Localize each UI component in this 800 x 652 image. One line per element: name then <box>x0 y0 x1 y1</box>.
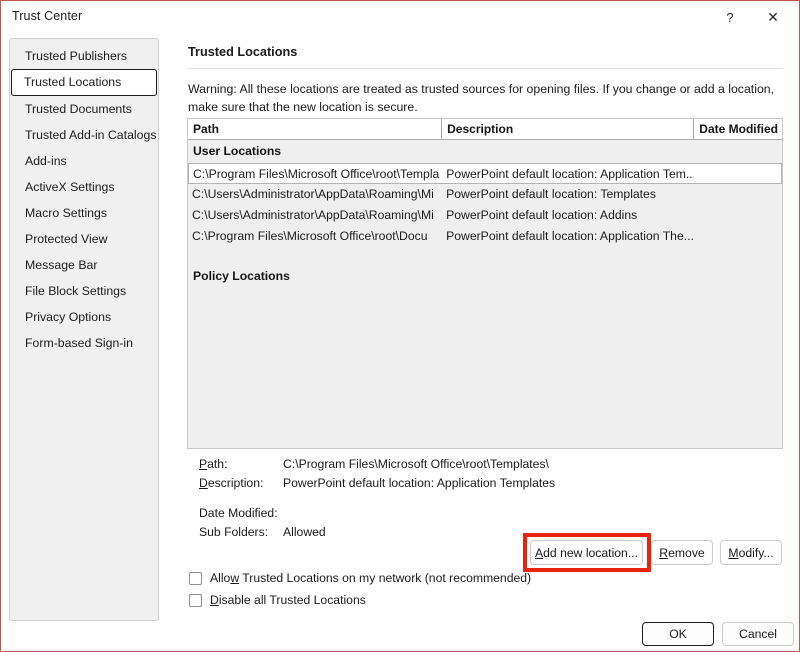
remove-button[interactable]: Remove <box>651 540 713 565</box>
cell-date-modified <box>694 226 782 247</box>
window-title: Trust Center <box>12 9 83 23</box>
detail-spacer <box>199 492 555 503</box>
sidebar-item-trusted-add-in-catalogs[interactable]: Trusted Add-in Catalogs <box>11 122 157 148</box>
sidebar-item-form-based-sign-in[interactable]: Form-based Sign-in <box>11 330 157 356</box>
warning-text: Warning: All these locations are treated… <box>188 82 775 114</box>
cell-description: PowerPoint default location: Application… <box>446 229 694 243</box>
sidebar-item-message-bar[interactable]: Message Bar <box>11 252 157 278</box>
table-row[interactable]: C:\Users\Administrator\AppData\Roaming\M… <box>188 205 782 226</box>
detail-row-date-modified: Date Modified: <box>199 503 555 522</box>
trusted-locations-list[interactable]: Path Description Date Modified User Loca… <box>187 118 783 449</box>
cell-path: C:\Program Files\Microsoft Office\root\D… <box>192 229 428 243</box>
sidebar-item-activex-settings[interactable]: ActiveX Settings <box>11 174 157 200</box>
sidebar-nav: Trusted Publishers Trusted Locations Tru… <box>9 38 159 621</box>
modify-button[interactable]: Modify... <box>720 540 782 565</box>
detail-row-path: Path: C:\Program Files\Microsoft Office\… <box>199 454 555 473</box>
sidebar-item-trusted-locations[interactable]: Trusted Locations <box>11 69 157 96</box>
detail-label-date-modified: Date Modified: <box>199 505 278 520</box>
close-icon[interactable]: ✕ <box>751 1 795 34</box>
detail-value-description: PowerPoint default location: Application… <box>283 475 556 490</box>
sidebar-item-privacy-options[interactable]: Privacy Options <box>11 304 157 330</box>
detail-row-sub-folders: Sub Folders: Allowed <box>199 522 555 541</box>
header-divider <box>188 68 783 69</box>
cell-date-modified <box>694 164 781 183</box>
checkbox-icon[interactable] <box>189 593 202 607</box>
cell-description: PowerPoint default location: Application… <box>446 167 694 181</box>
options-group: Allow Trusted Locations on my network (n… <box>189 567 531 611</box>
title-bar: Trust Center ? ✕ <box>1 1 799 34</box>
ok-button[interactable]: OK <box>642 622 714 646</box>
content-pane: Trusted Locations Warning: All these loc… <box>175 45 787 116</box>
sidebar-item-macro-settings[interactable]: Macro Settings <box>11 200 157 226</box>
cell-description: PowerPoint default location: Addins <box>446 208 638 222</box>
group-header-user-locations: User Locations <box>193 144 282 158</box>
detail-label-description: Description: <box>199 475 264 490</box>
detail-value-path: C:\Program Files\Microsoft Office\root\T… <box>283 456 549 471</box>
list-header-row: Path Description Date Modified <box>188 119 782 140</box>
sidebar-item-add-ins[interactable]: Add-ins <box>11 148 157 174</box>
sidebar-item-file-block-settings[interactable]: File Block Settings <box>11 278 157 304</box>
column-header-path[interactable]: Path <box>188 119 443 139</box>
location-details: Path: C:\Program Files\Microsoft Office\… <box>199 454 555 541</box>
cancel-button[interactable]: Cancel <box>722 622 794 646</box>
cell-path: C:\Users\Administrator\AppData\Roaming\M… <box>192 187 434 201</box>
cell-path: C:\Program Files\Microsoft Office\root\T… <box>193 167 440 181</box>
column-header-description[interactable]: Description <box>442 119 695 139</box>
cell-description: PowerPoint default location: Templates <box>446 187 656 201</box>
sidebar-item-protected-view[interactable]: Protected View <box>11 226 157 252</box>
detail-row-description: Description: PowerPoint default location… <box>199 473 555 492</box>
checkbox-icon[interactable] <box>189 571 202 585</box>
checkbox-label: Disable all Trusted Locations <box>210 593 366 607</box>
add-new-location-button[interactable]: Add new location... <box>530 540 643 565</box>
detail-value-sub-folders: Allowed <box>283 524 326 539</box>
cell-date-modified <box>694 184 782 205</box>
table-row[interactable]: C:\Users\Administrator\AppData\Roaming\M… <box>188 184 782 205</box>
cell-date-modified <box>694 205 782 226</box>
table-row[interactable]: C:\Program Files\Microsoft Office\root\D… <box>188 226 782 247</box>
checkbox-label: Allow Trusted Locations on my network (n… <box>210 571 532 585</box>
page-title: Trusted Locations <box>188 45 298 59</box>
column-header-date-modified[interactable]: Date Modified <box>694 119 782 139</box>
sidebar-item-trusted-documents[interactable]: Trusted Documents <box>11 96 157 122</box>
trust-center-dialog: Trust Center ? ✕ Trusted Publishers Trus… <box>0 0 800 652</box>
checkbox-disable-all-trusted-locations[interactable]: Disable all Trusted Locations <box>189 589 531 611</box>
sidebar-item-trusted-publishers[interactable]: Trusted Publishers <box>11 43 157 69</box>
detail-label-sub-folders: Sub Folders: <box>199 524 269 539</box>
help-icon[interactable]: ? <box>708 1 752 34</box>
cell-path: C:\Users\Administrator\AppData\Roaming\M… <box>192 208 434 222</box>
checkbox-allow-network-locations[interactable]: Allow Trusted Locations on my network (n… <box>189 567 531 589</box>
table-row[interactable]: C:\Program Files\Microsoft Office\root\T… <box>188 163 782 184</box>
detail-label-path: Path: <box>199 456 228 471</box>
group-header-policy-locations: Policy Locations <box>193 269 290 283</box>
